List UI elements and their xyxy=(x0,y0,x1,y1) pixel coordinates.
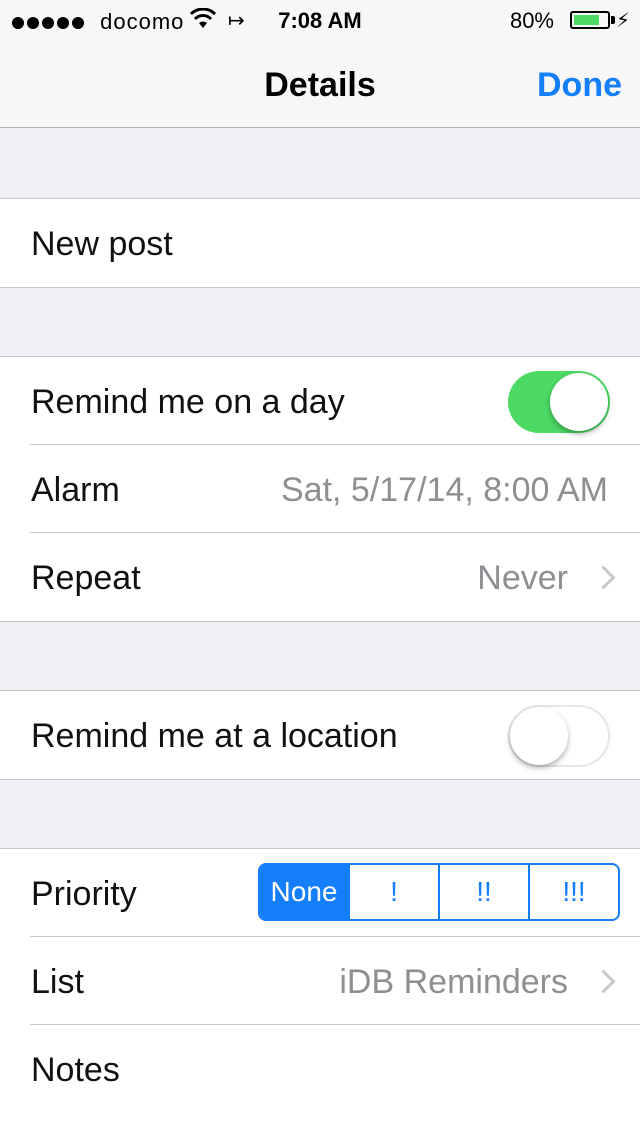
alarm-row[interactable]: Alarm Sat, 5/17/14, 8:00 AM xyxy=(0,445,640,533)
priority-row: Priority None ! !! !!! xyxy=(0,849,640,937)
chevron-right-icon xyxy=(591,565,616,590)
priority-label: Priority xyxy=(31,875,137,913)
done-button[interactable]: Done xyxy=(537,66,622,105)
notes-row[interactable]: Notes xyxy=(0,1025,640,1113)
battery-icon xyxy=(570,11,610,29)
switch-knob xyxy=(510,707,568,765)
remind-day-label: Remind me on a day xyxy=(31,383,345,421)
list-value: iDB Reminders xyxy=(339,963,568,1001)
repeat-value: Never xyxy=(477,559,568,597)
status-bar: docomo ↦ 7:08 AM 80% ⚡ xyxy=(0,0,640,40)
navigation-bar: Details Done xyxy=(0,40,640,128)
list-label: List xyxy=(31,963,84,1001)
repeat-label: Repeat xyxy=(31,559,141,597)
title-group: New post xyxy=(0,198,640,288)
remind-day-switch[interactable] xyxy=(508,371,610,433)
remind-day-row: Remind me on a day xyxy=(0,357,640,445)
priority-low-segment[interactable]: ! xyxy=(348,865,438,919)
details-group: Priority None ! !! !!! List iDB Reminder… xyxy=(0,848,640,1148)
battery-percent: 80% xyxy=(509,8,554,33)
day-group: Remind me on a day Alarm Sat, 5/17/14, 8… xyxy=(0,356,640,622)
alarm-label: Alarm xyxy=(31,471,120,509)
priority-none-segment[interactable]: None xyxy=(260,865,348,919)
reminder-title[interactable]: New post xyxy=(31,225,173,264)
switch-knob xyxy=(550,373,608,431)
chevron-right-icon xyxy=(591,969,616,994)
alarm-value: Sat, 5/17/14, 8:00 AM xyxy=(280,471,608,509)
repeat-row[interactable]: Repeat Never xyxy=(0,533,640,621)
title-row[interactable]: New post xyxy=(0,199,640,287)
priority-segmented-control[interactable]: None ! !! !!! xyxy=(258,863,620,921)
battery-tip xyxy=(611,16,615,24)
remind-location-switch[interactable] xyxy=(508,705,610,767)
charging-bolt-icon: ⚡ xyxy=(615,10,630,32)
notes-label[interactable]: Notes xyxy=(31,1051,120,1090)
priority-medium-segment[interactable]: !! xyxy=(438,865,528,919)
remind-location-label: Remind me at a location xyxy=(31,717,398,755)
remind-location-row: Remind me at a location xyxy=(0,691,640,779)
priority-high-segment[interactable]: !!! xyxy=(528,865,618,919)
location-group: Remind me at a location xyxy=(0,690,640,780)
list-row[interactable]: List iDB Reminders xyxy=(0,937,640,1025)
